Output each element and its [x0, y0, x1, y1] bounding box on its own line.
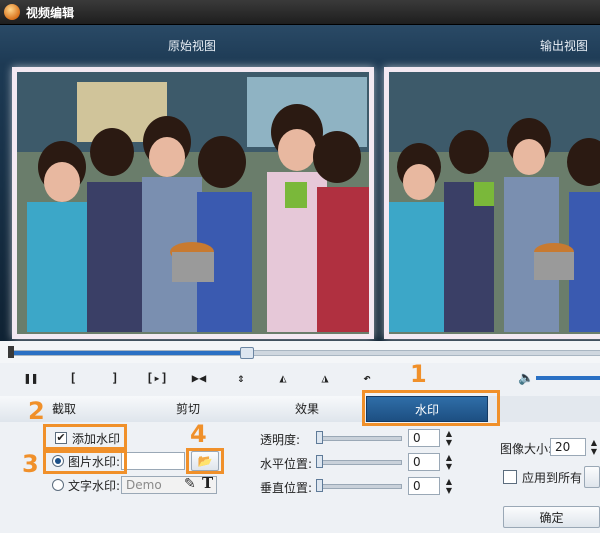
rotate-left-button[interactable]: ◭ — [272, 368, 294, 388]
annotation-box-watermark-tab — [362, 390, 500, 426]
opacity-slider[interactable] — [316, 436, 402, 441]
timeline-start-marker[interactable] — [8, 346, 14, 358]
timeline-handle[interactable] — [240, 347, 254, 359]
text-watermark-label: 文字水印: — [68, 479, 121, 493]
mark-in-button[interactable]: [ — [62, 368, 84, 388]
horizontal-position-label: 水平位置: — [260, 457, 313, 471]
tab-bar: 截取 剪切 效果 水印 — [0, 396, 600, 423]
original-view-label: 原始视图 — [168, 39, 217, 53]
opacity-slider-handle[interactable] — [316, 431, 323, 444]
output-view-label: 输出视图 — [540, 39, 589, 53]
annotation-number-2: 2 — [28, 397, 45, 425]
step-button[interactable]: ▶◀ — [188, 368, 210, 388]
apply-to-all-checkbox[interactable] — [503, 470, 517, 484]
opacity-input[interactable]: 0 — [408, 429, 440, 447]
image-size-spinner[interactable]: ▲ ▼ — [588, 438, 600, 456]
annotation-number-1: 1 — [410, 360, 427, 388]
playback-controls: 🔈 ❚❚ [] [▸] ▶◀ ⇕ ◭ ◮ ↶ — [0, 363, 600, 393]
horizontal-position-slider[interactable] — [316, 460, 402, 465]
annotation-number-4: 4 — [190, 420, 207, 448]
image-watermark-path-input[interactable] — [121, 452, 185, 470]
play-selection-button[interactable]: [▸] — [146, 368, 168, 388]
output-view-frame — [384, 67, 600, 339]
app-icon — [4, 4, 20, 20]
apply-to-all-label: 应用到所有 — [522, 471, 583, 485]
tab-trim[interactable]: 截取 — [0, 396, 129, 422]
pencil-icon[interactable]: ✎ — [184, 476, 196, 492]
window-title: 视频编辑 — [26, 6, 75, 20]
undo-button[interactable]: ↶ — [356, 368, 378, 388]
mark-out-button[interactable]: ] — [104, 368, 126, 388]
original-video-frame — [17, 72, 369, 334]
tab-cut[interactable]: 剪切 — [128, 396, 249, 422]
horizontal-slider-handle[interactable] — [316, 455, 323, 468]
annotation-box-image-watermark — [43, 450, 127, 474]
timeline-progress — [11, 351, 247, 355]
annotation-box-folder-button — [186, 448, 224, 474]
original-view-frame — [12, 67, 374, 339]
output-video-frame — [389, 72, 600, 334]
apply-to-all-extra-button[interactable] — [584, 466, 600, 488]
tab-effects[interactable]: 效果 — [248, 396, 367, 422]
vertical-position-label: 垂直位置: — [260, 481, 313, 495]
annotation-number-3: 3 — [22, 450, 39, 478]
preview-area: 原始视图 输出视图 — [0, 25, 600, 341]
image-size-input[interactable]: 20 — [550, 438, 586, 456]
vertical-position-slider[interactable] — [316, 484, 402, 489]
horizontal-position-input[interactable]: 0 — [408, 453, 440, 471]
opacity-spinner[interactable]: ▲ ▼ — [443, 429, 455, 447]
image-size-label: 图像大小: — [500, 442, 553, 456]
annotation-box-add-watermark — [43, 424, 127, 450]
pause-button[interactable]: ❚❚ — [20, 368, 42, 388]
flip-vertical-button[interactable]: ⇕ — [230, 368, 252, 388]
vertical-slider-handle[interactable] — [316, 479, 323, 492]
opacity-label: 透明度: — [260, 433, 301, 447]
volume-slider[interactable] — [536, 376, 600, 380]
title-bar: 视频编辑 — [0, 0, 600, 25]
timeline-track[interactable] — [10, 350, 600, 356]
text-watermark-radio[interactable] — [52, 479, 64, 491]
horizontal-spinner[interactable]: ▲ ▼ — [443, 453, 455, 471]
vertical-position-input[interactable]: 0 — [408, 477, 440, 495]
rotate-right-button[interactable]: ◮ — [314, 368, 336, 388]
vertical-spinner[interactable]: ▲ ▼ — [443, 477, 455, 495]
speaker-icon[interactable]: 🔈 — [518, 371, 534, 386]
ok-button[interactable]: 确定 — [503, 506, 600, 528]
font-icon[interactable]: T — [202, 474, 213, 492]
timeline[interactable] — [0, 341, 600, 363]
